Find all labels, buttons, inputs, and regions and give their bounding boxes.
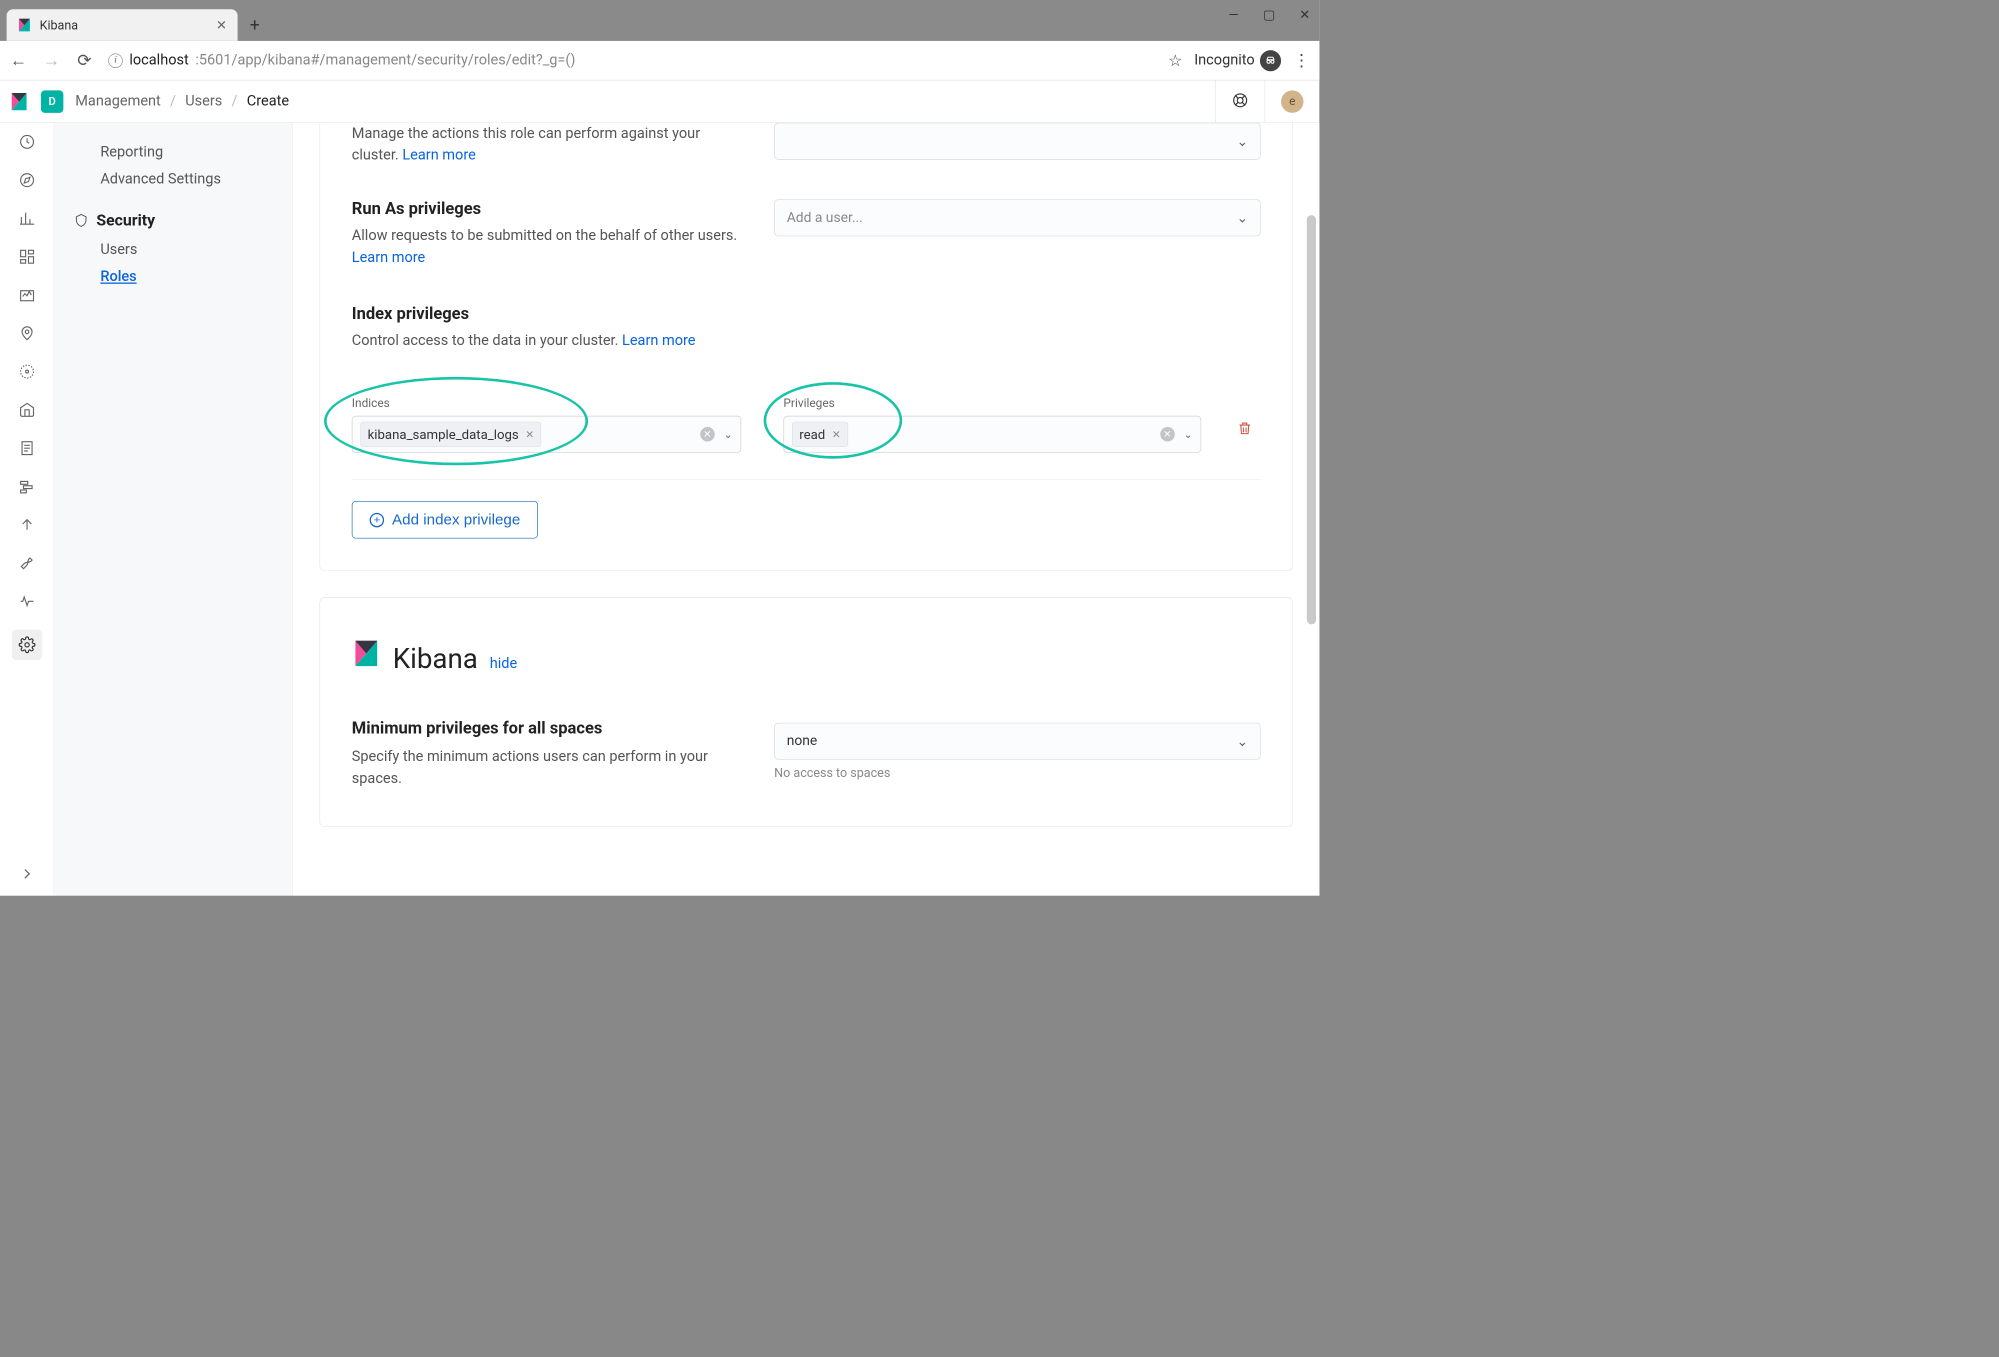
clear-privileges-icon[interactable]: ✕ (1160, 427, 1175, 442)
remove-chip-icon[interactable]: ✕ (832, 428, 841, 441)
close-tab-icon[interactable]: ✕ (216, 17, 227, 33)
run-as-placeholder: Add a user... (787, 210, 863, 226)
close-window-button[interactable]: ✕ (1297, 7, 1313, 23)
incognito-indicator: Incognito (1194, 50, 1281, 71)
scrollbar[interactable] (1304, 123, 1319, 896)
uptime-icon[interactable] (17, 515, 37, 535)
monitoring-icon[interactable] (17, 591, 37, 611)
address-bar[interactable]: i localhost :5601/app/kibana#/management/… (108, 52, 1153, 68)
logs-icon[interactable] (17, 438, 37, 458)
sidebar-item-advanced-settings[interactable]: Advanced Settings (74, 166, 273, 193)
sidebar-item-users[interactable]: Users (74, 236, 273, 263)
browser-tab-active[interactable]: Kibana ✕ (7, 9, 238, 41)
help-icon[interactable] (1232, 91, 1249, 111)
browser-toolbar: ← → ⟳ i localhost :5601/app/kibana#/manag… (0, 41, 1319, 81)
incognito-label: Incognito (1194, 52, 1254, 68)
incognito-icon (1260, 50, 1281, 71)
timelion-icon[interactable] (17, 285, 37, 305)
space-selector[interactable]: D (41, 90, 63, 112)
maximize-button[interactable]: ▢ (1261, 7, 1277, 23)
run-as-title: Run As privileges (352, 199, 748, 218)
bookmark-icon[interactable]: ☆ (1168, 51, 1182, 69)
devtools-icon[interactable] (17, 553, 37, 573)
remove-chip-icon[interactable]: ✕ (525, 428, 534, 441)
run-as-input[interactable]: Add a user... ⌄ (774, 199, 1260, 236)
cluster-priv-learn-more-link[interactable]: Learn more (402, 147, 475, 164)
indices-label: Indices (352, 397, 741, 411)
min-priv-title: Minimum privileges for all spaces (352, 719, 748, 738)
privilege-chip[interactable]: read ✕ (792, 422, 848, 447)
min-priv-value: none (787, 733, 818, 749)
cluster-priv-select[interactable]: ⌄ (774, 123, 1260, 160)
kibana-section-title: Kibana (393, 643, 478, 675)
index-priv-desc: Control access to the data in your clust… (352, 330, 1261, 352)
recent-icon[interactable] (17, 132, 37, 152)
min-priv-select[interactable]: none ⌄ (774, 723, 1260, 760)
indices-combobox[interactable]: kibana_sample_data_logs ✕ ✕ ⌄ (352, 416, 741, 453)
browser-menu-icon[interactable]: ⋮ (1293, 50, 1310, 70)
run-as-learn-more-link[interactable]: Learn more (352, 249, 425, 266)
browser-tab-title: Kibana (40, 17, 208, 32)
window-controls: — ▢ ✕ (1226, 7, 1313, 23)
privileges-label: Privileges (783, 397, 1201, 411)
favicon-icon (17, 18, 32, 33)
back-button[interactable]: ← (9, 50, 27, 70)
kibana-privileges-panel: Kibana hide Minimum privileges for all s… (319, 597, 1293, 827)
run-as-desc: Allow requests to be submitted on the be… (352, 225, 748, 269)
chevron-down-icon[interactable]: ⌄ (724, 428, 733, 441)
url-host: localhost (129, 52, 188, 68)
management-icon[interactable] (12, 630, 42, 660)
sidebar-section-security: Security (74, 211, 273, 229)
chevron-down-icon[interactable]: ⌄ (1184, 428, 1193, 441)
privileges-combobox[interactable]: read ✕ ✕ ⌄ (783, 416, 1201, 453)
index-priv-learn-more-link[interactable]: Learn more (622, 333, 695, 350)
new-tab-button[interactable]: + (243, 13, 267, 37)
collapse-nav-icon[interactable] (17, 864, 37, 884)
breadcrumb-management[interactable]: Management (75, 93, 161, 110)
site-info-icon[interactable]: i (108, 53, 123, 68)
sidebar-item-reporting[interactable]: Reporting (74, 139, 273, 166)
dashboard-icon[interactable] (17, 247, 37, 267)
minimize-button[interactable]: — (1226, 7, 1242, 23)
apm-icon[interactable] (17, 477, 37, 497)
browser-tab-strip: Kibana ✕ + — ▢ ✕ (0, 0, 1319, 41)
nav-rail (0, 123, 54, 896)
sidebar-section-label: Security (96, 211, 155, 229)
min-priv-helper: No access to spaces (774, 765, 1260, 780)
chevron-down-icon: ⌄ (1236, 733, 1248, 750)
discover-icon[interactable] (17, 170, 37, 190)
reload-button[interactable]: ⟳ (75, 50, 93, 70)
sidebar-item-roles[interactable]: Roles (74, 263, 273, 290)
add-index-privilege-button[interactable]: + Add index privilege (352, 501, 538, 539)
kibana-logo-icon[interactable] (9, 91, 29, 111)
cluster-priv-desc: Manage the actions this role can perform… (352, 123, 748, 167)
infrastructure-icon[interactable] (17, 400, 37, 420)
user-avatar[interactable]: e (1281, 90, 1303, 112)
chevron-down-icon: ⌄ (1236, 133, 1248, 150)
kibana-logo-icon (352, 639, 381, 668)
breadcrumb: Management / Users / Create (75, 93, 289, 110)
main-content: Manage the actions this role can perform… (293, 123, 1319, 896)
elasticsearch-privileges-panel: Manage the actions this role can perform… (319, 123, 1293, 571)
url-path: :5601/app/kibana#/management/security/ro… (195, 52, 575, 68)
plus-circle-icon: + (370, 512, 385, 527)
indices-chip[interactable]: kibana_sample_data_logs ✕ (360, 422, 541, 447)
min-priv-desc: Specify the minimum actions users can pe… (352, 746, 748, 790)
index-priv-title: Index privileges (352, 304, 1261, 323)
chevron-down-icon: ⌄ (1236, 210, 1248, 227)
clear-indices-icon[interactable]: ✕ (700, 427, 715, 442)
breadcrumb-current: Create (247, 93, 289, 110)
maps-icon[interactable] (17, 323, 37, 343)
visualize-icon[interactable] (17, 209, 37, 229)
canvas-icon[interactable] (17, 362, 37, 382)
management-sidebar: Reporting Advanced Settings Security Use… (54, 123, 293, 896)
divider (352, 479, 1261, 480)
app-header: D Management / Users / Create e (0, 81, 1319, 123)
delete-index-privilege-button[interactable] (1237, 420, 1253, 438)
forward-button[interactable]: → (42, 50, 60, 70)
hide-link[interactable]: hide (490, 655, 517, 672)
breadcrumb-users[interactable]: Users (185, 93, 222, 110)
